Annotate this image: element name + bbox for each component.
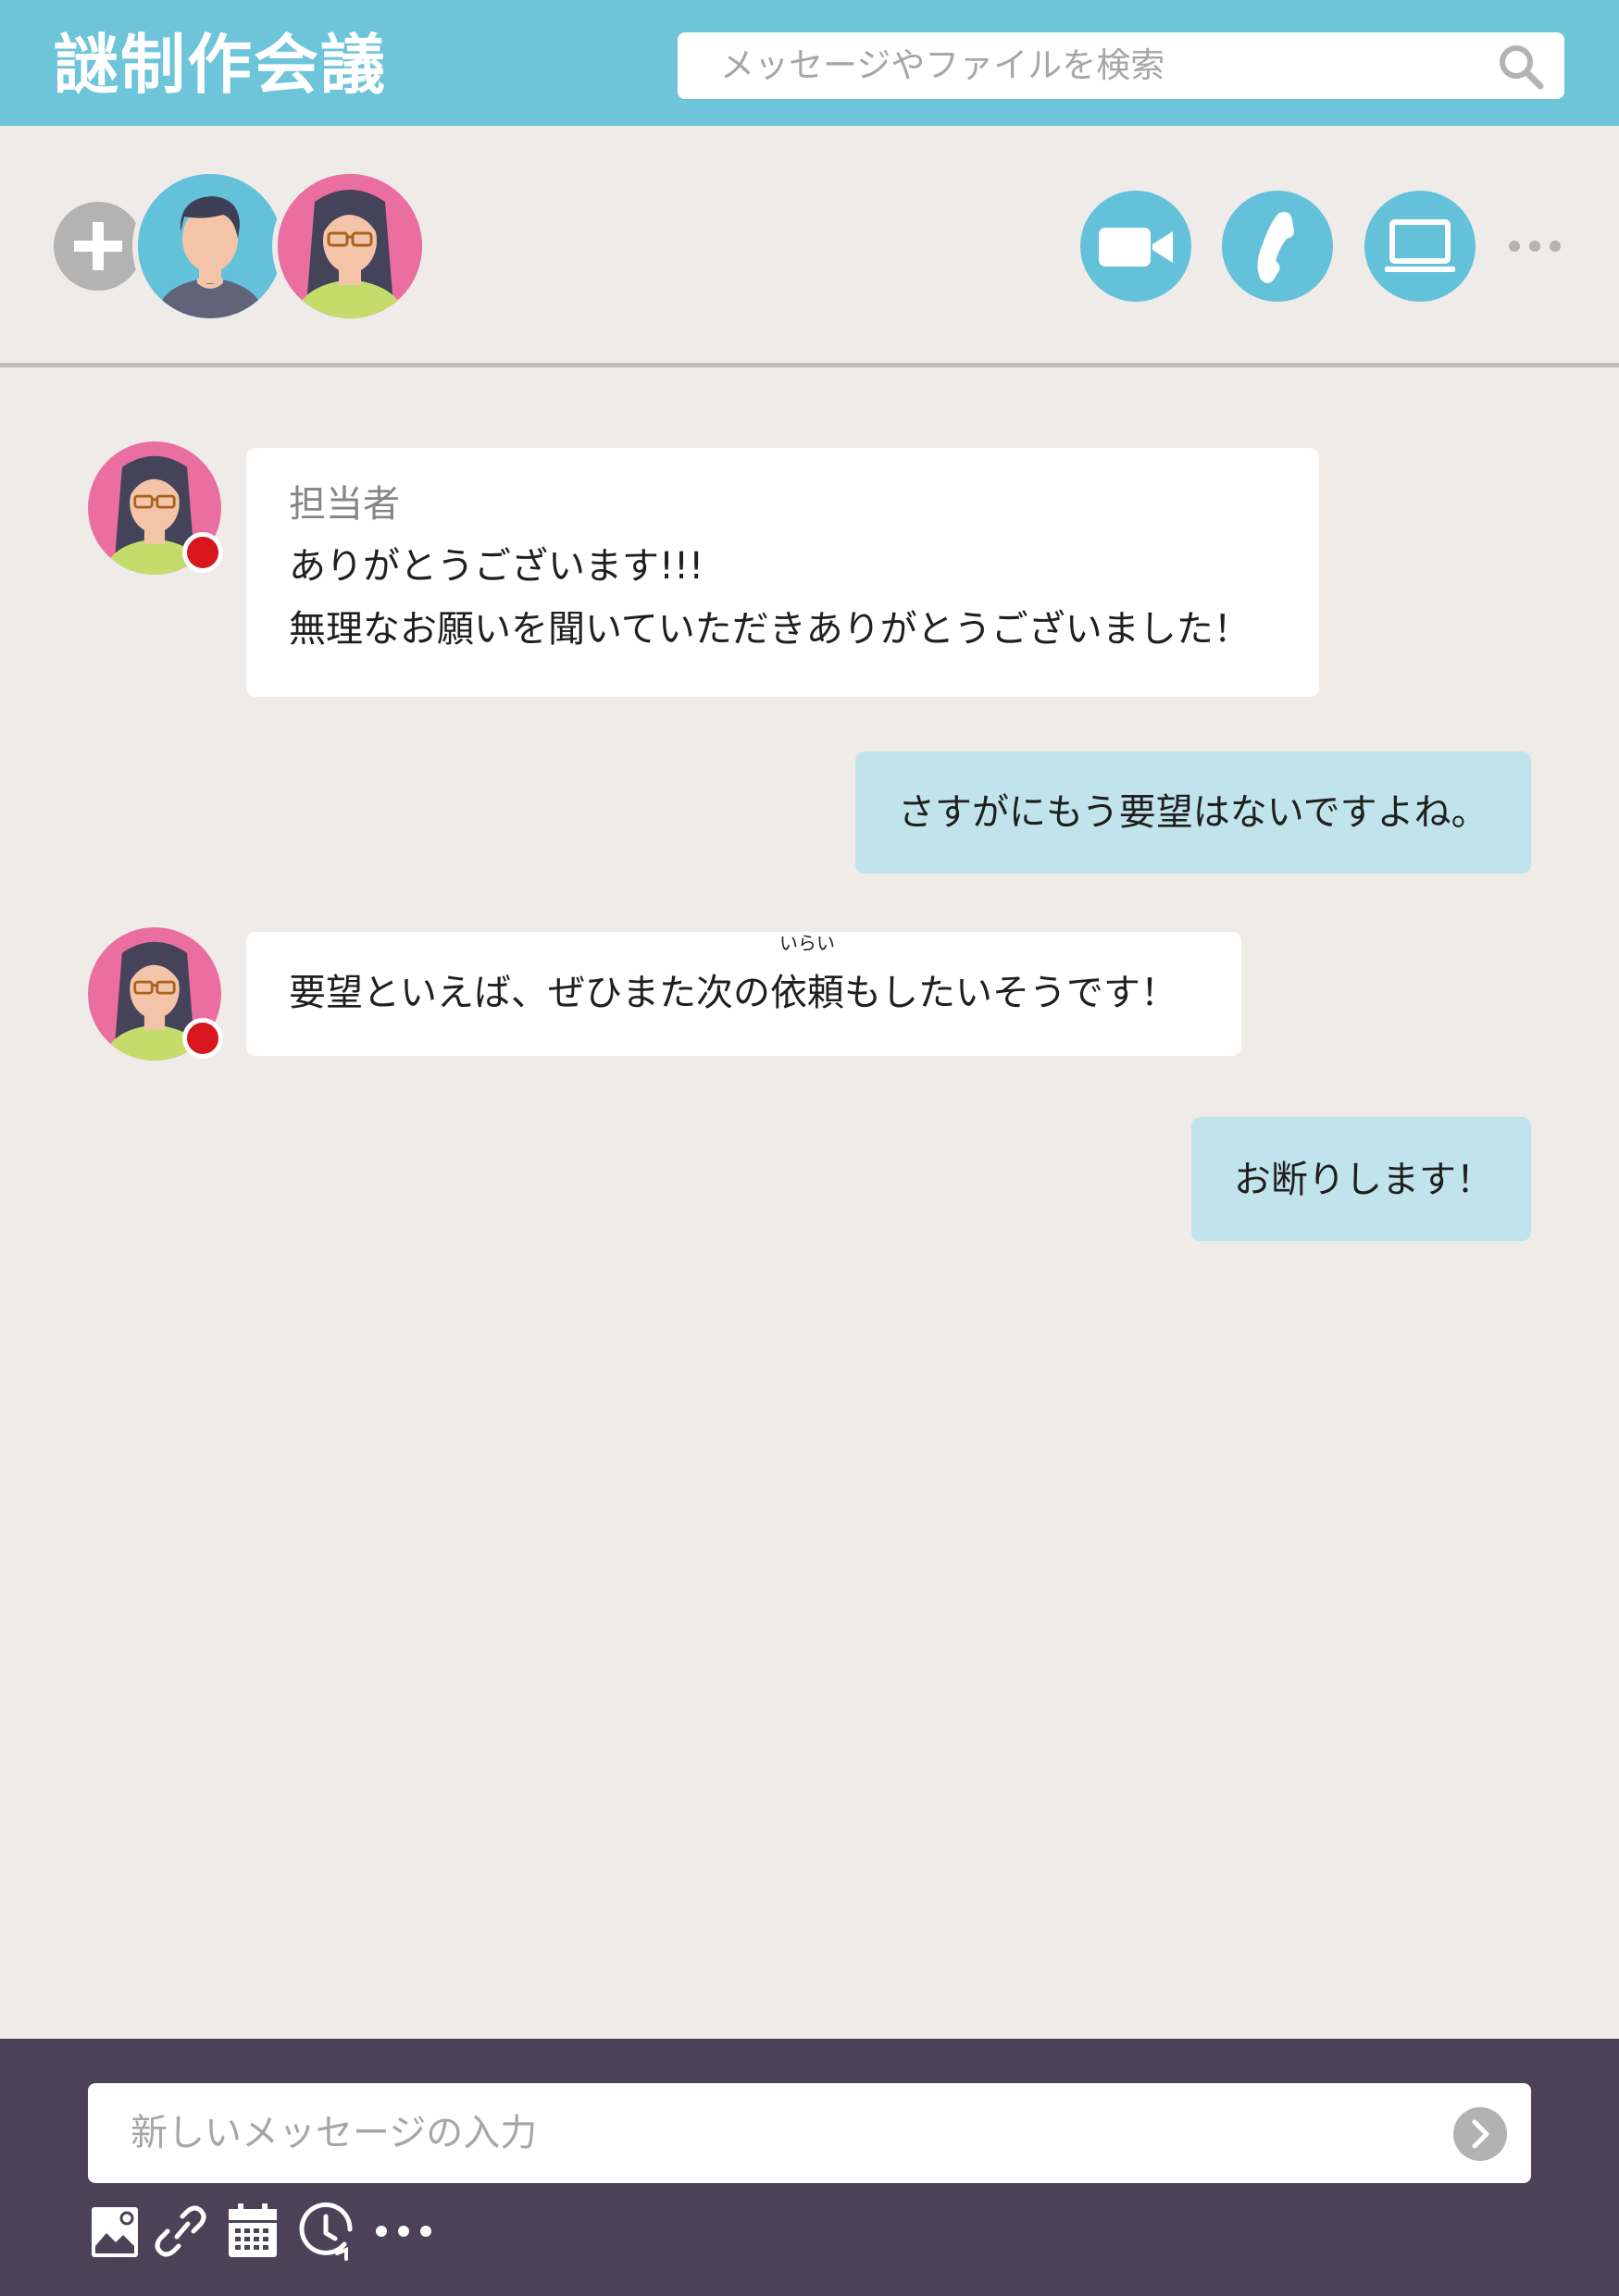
send-arrow-icon [1472,2119,1489,2149]
ruby-reading: いらい [779,932,835,954]
message-input-placeholder: 新しいメッセージの入力 [131,2112,538,2154]
member-avatar-female[interactable] [272,168,428,324]
app-title: 謎制作会議 [54,27,387,103]
female-avatar-icon [278,174,422,318]
video-call-button[interactable] [1080,191,1191,302]
message-input[interactable]: 新しいメッセージの入力 [88,2083,1531,2183]
message-bubble-outgoing: お断りします！ [1191,1117,1531,1241]
ruby-base: 依頼 [770,972,844,1014]
app-header: 謎制作会議 メッセージやファイルを検索 [0,0,1619,126]
ruby-word: いらい 依頼 [770,932,844,1024]
message-text-before: 要望といえば、ぜひまた次の [289,972,770,1014]
message-line: ありがとうございます!!! [289,545,704,588]
message-avatar[interactable] [88,927,223,1061]
message-line: 無理なお願いを聞いていただきありがとうございました！ [289,608,1251,651]
message-avatar[interactable] [88,441,223,575]
image-icon[interactable] [86,2202,145,2261]
status-indicator [182,532,223,573]
message-bubble-incoming: 要望といえば、ぜひまた次の いらい依頼もしたいそうです！ [246,932,1241,1056]
search-icon[interactable] [1496,42,1546,92]
add-member-button[interactable] [54,202,143,291]
more-options-icon[interactable] [1505,228,1564,265]
message-text-after: もしたいそうです！ [844,972,1177,1014]
screen-share-icon [1385,219,1455,272]
screen-share-button[interactable] [1364,191,1476,302]
male-avatar-icon [138,174,282,318]
toolbar-divider [0,363,1619,367]
member-avatar-male[interactable] [132,168,288,324]
plus-icon [74,222,122,270]
calendar-icon[interactable] [223,2202,282,2261]
phone-icon [1257,212,1294,283]
message-bubble-incoming: 担当者 ありがとうございます!!! 無理なお願いを聞いていただきありがとうござい… [246,448,1319,697]
message-bubble-outgoing: さすがにもう要望はないですよね。 [855,751,1531,874]
phone-call-button[interactable] [1222,191,1333,302]
sender-name: 担当者 [289,483,400,526]
clock-icon[interactable] [296,2202,355,2261]
video-call-icon [1099,228,1173,267]
message-line: さすがにもう要望はないですよね。 [898,791,1488,834]
status-indicator [182,1018,223,1059]
message-line: お断りします！ [1234,1159,1493,1201]
send-button[interactable] [1453,2107,1507,2161]
more-tools-icon[interactable] [370,2202,437,2261]
link-icon[interactable] [151,2202,210,2261]
message-composer: 新しいメッセージの入力 [0,2039,1619,2296]
search-input[interactable]: メッセージやファイルを検索 [678,32,1564,99]
search-placeholder: メッセージやファイルを検索 [720,45,1165,85]
